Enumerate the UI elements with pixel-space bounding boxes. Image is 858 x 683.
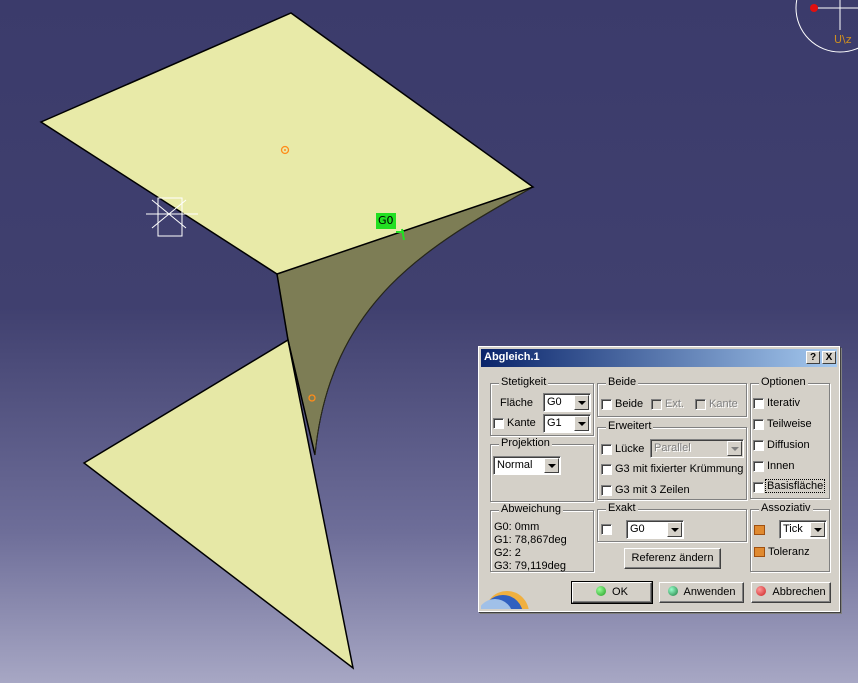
kante-combo[interactable]: G1 bbox=[543, 414, 591, 433]
luecke-value: Parallel bbox=[654, 442, 691, 454]
tick-combo[interactable]: Tick bbox=[779, 520, 827, 539]
toleranz-icon[interactable] bbox=[754, 547, 765, 557]
chevron-down-icon[interactable] bbox=[727, 441, 742, 456]
toleranz-label: Toleranz bbox=[768, 546, 810, 558]
assoziativ-title: Assoziativ bbox=[759, 502, 813, 514]
erweitert-title: Erweitert bbox=[606, 420, 654, 432]
ok-label: OK bbox=[612, 586, 628, 598]
tick-icon[interactable] bbox=[754, 525, 765, 535]
innen-checkbox[interactable] bbox=[753, 461, 764, 472]
green-ball-icon bbox=[596, 586, 607, 596]
projektion-combo[interactable]: Normal bbox=[493, 456, 561, 475]
g3-fix-checkbox[interactable] bbox=[601, 464, 612, 475]
flaeche-combo[interactable]: G0 bbox=[543, 393, 591, 412]
abweichung-title: Abweichung bbox=[499, 503, 563, 515]
basisflaeche-label: Basisfläche bbox=[764, 479, 826, 493]
projektion-title: Projektion bbox=[499, 437, 552, 449]
exakt-checkbox[interactable] bbox=[601, 524, 612, 535]
abbrechen-button[interactable]: Abbrechen bbox=[751, 582, 831, 603]
g0-tag[interactable]: G0 bbox=[376, 213, 396, 229]
flaeche-label: Fläche bbox=[500, 397, 534, 409]
chevron-down-icon[interactable] bbox=[544, 458, 559, 473]
stetigkeit-group: Stetigkeit Fläche G0 Kante G1 bbox=[490, 376, 594, 436]
deviation-g1: G1: 78,867deg bbox=[494, 534, 567, 546]
upper-surface[interactable] bbox=[39, 12, 535, 275]
beide-title: Beide bbox=[606, 376, 639, 388]
dialog-title: Abgleich.1 bbox=[484, 351, 540, 363]
flaeche-value: G0 bbox=[547, 396, 562, 408]
basisflaeche-checkbox[interactable] bbox=[753, 482, 764, 493]
g3-zeilen-checkbox[interactable] bbox=[601, 485, 612, 496]
optionen-title: Optionen bbox=[759, 376, 808, 388]
ok-button[interactable]: OK bbox=[571, 581, 653, 604]
g3-zeilen-label: G3 mit 3 Zeilen bbox=[615, 484, 690, 496]
luecke-combo[interactable]: Parallel bbox=[650, 439, 744, 458]
diffusion-label: Diffusion bbox=[767, 439, 810, 451]
dialog-titlebar[interactable]: Abgleich.1 ? X bbox=[481, 349, 837, 367]
innen-label: Innen bbox=[767, 460, 795, 472]
abgleich-dialog: Abgleich.1 ? X Stetigkeit Fläche G0 Kant… bbox=[478, 346, 840, 612]
ext-label: Ext. bbox=[665, 398, 684, 410]
teilweise-checkbox[interactable] bbox=[753, 419, 764, 430]
abweichung-group: Abweichung G0: 0mm G1: 78,867deg G2: 2 G… bbox=[490, 503, 594, 572]
chevron-down-icon[interactable] bbox=[574, 395, 589, 410]
beide-kante-checkbox[interactable] bbox=[695, 399, 706, 410]
referenz-aendern-button[interactable]: Referenz ändern bbox=[624, 548, 721, 569]
projektion-group: Projektion Normal bbox=[490, 437, 594, 502]
help-button[interactable]: ? bbox=[806, 351, 820, 364]
g3-fix-label: G3 mit fixierter Krümmung bbox=[615, 463, 744, 475]
diffusion-checkbox[interactable] bbox=[753, 440, 764, 451]
beide-kante-label: Kante bbox=[709, 398, 738, 410]
center-marker-upper-dot bbox=[284, 149, 286, 151]
beide-label: Beide bbox=[615, 398, 644, 410]
assoziativ-group: Assoziativ Tick Toleranz bbox=[750, 502, 830, 572]
abbrechen-label: Abbrechen bbox=[772, 586, 826, 598]
red-ball-icon bbox=[756, 586, 767, 596]
catia-logo-icon bbox=[481, 585, 529, 609]
luecke-label: Lücke bbox=[615, 443, 645, 455]
anwenden-label: Anwenden bbox=[683, 586, 736, 598]
deviation-g2: G2: 2 bbox=[494, 547, 521, 559]
chevron-down-icon[interactable] bbox=[667, 522, 682, 537]
deviation-g3: G3: 79,119deg bbox=[494, 560, 566, 572]
deviation-g0: G0: 0mm bbox=[494, 521, 540, 533]
chevron-down-icon[interactable] bbox=[574, 416, 589, 431]
stetigkeit-title: Stetigkeit bbox=[499, 376, 549, 388]
optionen-group: Optionen Iterativ Teilweise Diffusion In… bbox=[750, 376, 830, 499]
beide-checkbox[interactable] bbox=[601, 399, 612, 410]
projektion-value: Normal bbox=[497, 459, 533, 471]
kante-value: G1 bbox=[547, 417, 562, 429]
erweitert-group: Erweitert Lücke Parallel G3 mit fixierte… bbox=[597, 420, 747, 500]
exakt-group: Exakt G0 bbox=[597, 502, 747, 542]
teilweise-label: Teilweise bbox=[767, 418, 812, 430]
apply-ball-icon bbox=[667, 586, 678, 596]
iterativ-label: Iterativ bbox=[767, 397, 801, 409]
beide-group: Beide Beide Ext. Kante bbox=[597, 376, 747, 417]
luecke-checkbox[interactable] bbox=[601, 444, 612, 455]
exakt-title: Exakt bbox=[606, 502, 638, 514]
anwenden-button[interactable]: Anwenden bbox=[659, 582, 744, 603]
ext-checkbox[interactable] bbox=[651, 399, 662, 410]
exakt-combo[interactable]: G0 bbox=[626, 520, 684, 539]
compass-axis-label: U\z bbox=[834, 33, 852, 46]
compass-dot bbox=[810, 4, 818, 12]
chevron-down-icon[interactable] bbox=[810, 522, 825, 537]
close-button[interactable]: X bbox=[822, 351, 836, 364]
exakt-value: G0 bbox=[630, 523, 645, 535]
iterativ-checkbox[interactable] bbox=[753, 398, 764, 409]
kante-checkbox[interactable] bbox=[493, 418, 504, 429]
tick-value: Tick bbox=[783, 523, 803, 535]
kante-label: Kante bbox=[507, 417, 536, 429]
